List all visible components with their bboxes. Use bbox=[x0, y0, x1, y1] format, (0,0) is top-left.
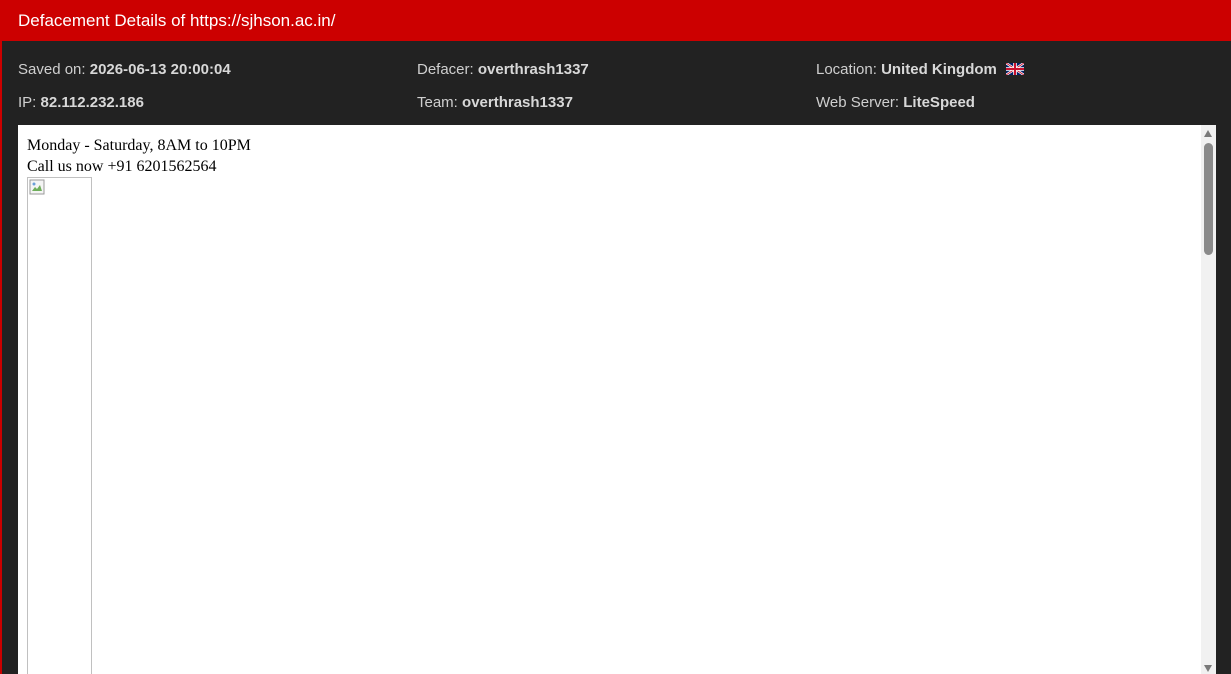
details-panel: Saved on: 2026-06-13 20:00:04 Defacer: o… bbox=[2, 41, 1231, 125]
scroll-thumb[interactable] bbox=[1204, 143, 1213, 255]
web-server-label: Web Server: bbox=[816, 94, 900, 111]
web-server-value: LiteSpeed bbox=[903, 94, 975, 111]
phone-text: Call us now +91 6201562564 bbox=[27, 158, 217, 175]
defacer-field: Defacer: overthrash1337 bbox=[417, 61, 589, 78]
location-field: Location: United Kingdom bbox=[816, 61, 1025, 78]
broken-image bbox=[27, 177, 92, 674]
uk-flag-icon bbox=[1006, 63, 1025, 75]
mirror-viewer[interactable]: Monday - Saturday, 8AM to 10PM Call us n… bbox=[18, 125, 1216, 674]
location-value: United Kingdom bbox=[881, 61, 997, 78]
web-server-field: Web Server: LiteSpeed bbox=[816, 94, 975, 111]
defacement-window: Defacement Details of https://sjhson.ac.… bbox=[0, 0, 1231, 674]
defacer-value[interactable]: overthrash1337 bbox=[478, 61, 589, 78]
saved-on-field: Saved on: 2026-06-13 20:00:04 bbox=[18, 61, 231, 78]
scroll-down-icon[interactable] bbox=[1204, 665, 1212, 672]
location-label: Location: bbox=[816, 61, 877, 78]
ip-field: IP: 82.112.232.186 bbox=[18, 94, 144, 111]
page-title: Defacement Details of https://sjhson.ac.… bbox=[2, 0, 1231, 41]
saved-on-label: Saved on: bbox=[18, 61, 86, 78]
ip-label: IP: bbox=[18, 94, 37, 111]
viewer-scrollbar[interactable] bbox=[1201, 125, 1216, 674]
ip-value: 82.112.232.186 bbox=[40, 94, 144, 111]
team-field: Team: overthrash1337 bbox=[417, 94, 573, 111]
broken-image-icon bbox=[29, 179, 45, 195]
hours-text: Monday - Saturday, 8AM to 10PM bbox=[27, 137, 251, 154]
defacer-label: Defacer: bbox=[417, 61, 474, 78]
team-value[interactable]: overthrash1337 bbox=[462, 94, 573, 111]
saved-on-value: 2026-06-13 20:00:04 bbox=[89, 61, 231, 78]
scroll-up-icon[interactable] bbox=[1204, 130, 1212, 137]
mirror-content: Monday - Saturday, 8AM to 10PM Call us n… bbox=[27, 135, 251, 674]
team-label: Team: bbox=[417, 94, 458, 111]
